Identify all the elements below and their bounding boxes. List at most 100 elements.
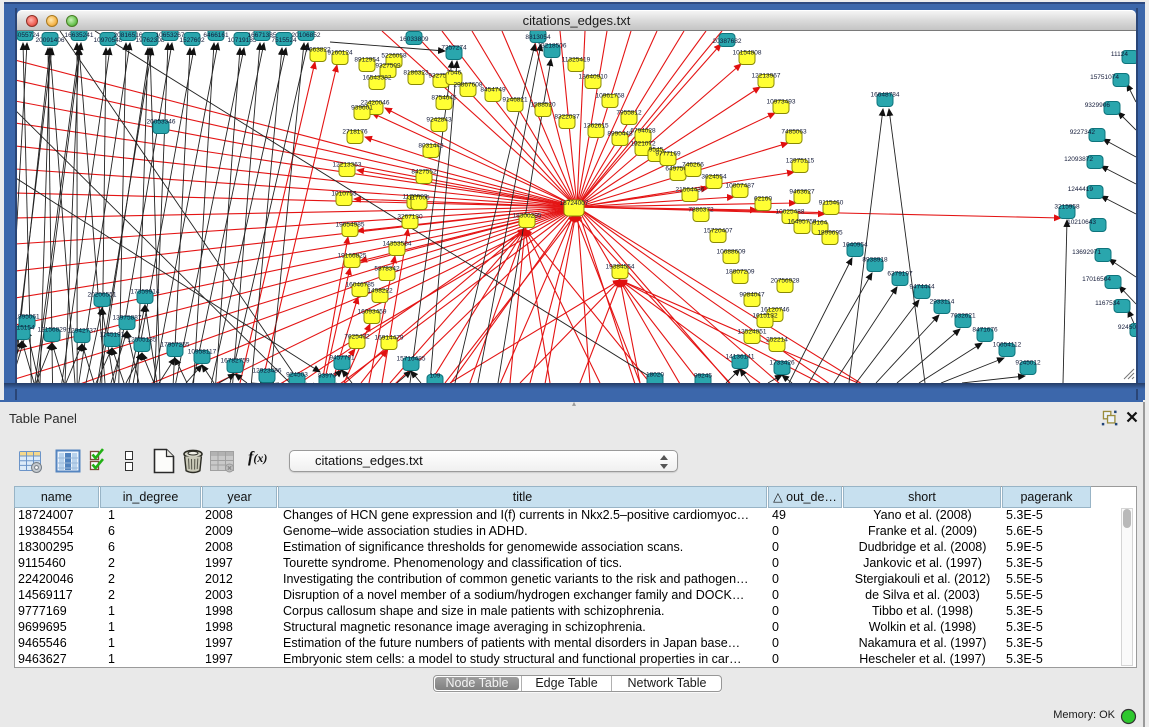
svg-text:21564436: 21564436 xyxy=(676,187,705,194)
svg-text:10025488: 10025488 xyxy=(776,209,805,216)
svg-text:9115460: 9115460 xyxy=(819,200,844,207)
svg-text:7886372: 7886372 xyxy=(688,207,714,214)
svg-text:8454749: 8454749 xyxy=(480,87,506,94)
svg-text:10961758: 10961758 xyxy=(596,93,625,100)
svg-text:92450: 92450 xyxy=(1118,324,1136,331)
svg-text:1244419: 1244419 xyxy=(1068,186,1094,193)
svg-text:10958117: 10958117 xyxy=(188,349,217,356)
svg-text:8471676: 8471676 xyxy=(972,327,998,334)
svg-text:3215958: 3215958 xyxy=(1054,204,1080,211)
svg-text:17359914: 17359914 xyxy=(131,289,160,296)
svg-text:6379197: 6379197 xyxy=(887,271,913,278)
svg-text:9474444: 9474444 xyxy=(909,284,935,291)
svg-text:7955812: 7955812 xyxy=(616,110,642,117)
svg-text:20387682: 20387682 xyxy=(713,38,742,45)
svg-text:3267130: 3267130 xyxy=(397,214,423,221)
svg-text:19384554: 19384554 xyxy=(606,264,635,271)
svg-text:9146821: 9146821 xyxy=(502,97,528,104)
svg-text:8754645: 8754645 xyxy=(431,95,457,102)
svg-text:12942737: 12942737 xyxy=(68,328,97,335)
svg-text:19166825: 19166825 xyxy=(338,253,367,260)
svg-text:2718176: 2718176 xyxy=(342,129,368,136)
svg-text:20206551: 20206551 xyxy=(88,292,117,299)
svg-text:14136141: 14136141 xyxy=(726,354,755,361)
svg-text:1640954: 1640954 xyxy=(842,242,868,249)
svg-text:83970: 83970 xyxy=(318,373,336,380)
svg-text:9327509: 9327509 xyxy=(375,63,401,70)
svg-text:12093872: 12093872 xyxy=(1064,156,1093,163)
svg-text:9777169: 9777169 xyxy=(655,151,681,158)
svg-text:12975115: 12975115 xyxy=(786,158,815,165)
svg-text:5226058: 5226058 xyxy=(381,53,407,60)
svg-text:18807209: 18807209 xyxy=(726,269,755,276)
svg-text:8186323: 8186323 xyxy=(403,70,429,77)
svg-text:12213967: 12213967 xyxy=(752,73,781,80)
svg-text:20106852: 20106852 xyxy=(292,32,321,39)
svg-text:11124: 11124 xyxy=(1111,51,1128,58)
svg-text:12213363: 12213363 xyxy=(333,162,362,169)
svg-text:9160124: 9160124 xyxy=(327,50,353,57)
svg-text:924503: 924503 xyxy=(286,372,308,379)
svg-text:16914479: 16914479 xyxy=(375,335,404,342)
svg-text:1527602: 1527602 xyxy=(179,37,205,44)
svg-text:9084047: 9084047 xyxy=(739,292,765,299)
svg-text:12156829: 12156829 xyxy=(38,327,67,334)
svg-text:1010755: 1010755 xyxy=(331,191,357,198)
svg-text:6466161: 6466161 xyxy=(203,32,229,39)
svg-text:9457791: 9457791 xyxy=(329,355,355,362)
svg-text:252214: 252214 xyxy=(766,337,788,344)
svg-text:8938918: 8938918 xyxy=(862,257,888,264)
svg-text:10154808: 10154808 xyxy=(733,50,762,57)
svg-text:1362615: 1362615 xyxy=(583,123,609,130)
svg-text:62160: 62160 xyxy=(754,196,772,203)
svg-text:12923486: 12923486 xyxy=(253,368,282,375)
svg-text:20756928: 20756928 xyxy=(771,278,800,285)
svg-text:9245012: 9245012 xyxy=(1015,360,1041,367)
svg-text:9164: 9164 xyxy=(813,220,828,227)
svg-text:16543382: 16543382 xyxy=(363,75,392,82)
svg-text:1167534: 1167534 xyxy=(1095,300,1120,307)
svg-text:15716485: 15716485 xyxy=(397,356,426,363)
svg-text:1895061: 1895061 xyxy=(14,314,40,321)
svg-text:10654112: 10654112 xyxy=(993,342,1022,349)
svg-text:8322037: 8322037 xyxy=(554,114,580,121)
svg-text:14353584: 14353584 xyxy=(383,241,412,248)
svg-text:8813054: 8813054 xyxy=(525,34,551,41)
svg-text:19654985: 19654985 xyxy=(336,222,365,229)
svg-text:13975887: 13975887 xyxy=(113,315,142,322)
svg-text:7485063: 7485063 xyxy=(781,129,807,136)
svg-text:15720407: 15720407 xyxy=(704,228,733,235)
svg-text:16033809: 16033809 xyxy=(400,36,429,43)
svg-text:8031443: 8031443 xyxy=(418,143,444,150)
svg-text:11325419: 11325419 xyxy=(562,57,591,64)
svg-text:10973493: 10973493 xyxy=(767,99,796,106)
svg-text:9329906: 9329906 xyxy=(1085,102,1111,109)
svg-text:17957255: 17957255 xyxy=(161,342,190,349)
svg-text:1145191: 1145191 xyxy=(100,332,125,339)
svg-text:109: 109 xyxy=(430,373,441,380)
svg-text:9227342: 9227342 xyxy=(1070,129,1096,136)
svg-text:99245: 99245 xyxy=(694,373,712,380)
svg-text:10807487: 10807487 xyxy=(726,183,755,190)
svg-text:1588520: 1588520 xyxy=(530,102,556,109)
svg-text:18300295: 18300295 xyxy=(513,213,542,220)
svg-text:1733426: 1733426 xyxy=(769,360,795,367)
svg-text:3915154: 3915154 xyxy=(9,325,35,332)
svg-text:16093459: 16093459 xyxy=(358,309,387,316)
svg-text:8990448: 8990448 xyxy=(607,131,633,138)
svg-text:7632621: 7632621 xyxy=(950,313,976,320)
svg-text:7357274: 7357274 xyxy=(441,45,467,52)
svg-text:16648784: 16648784 xyxy=(871,92,900,99)
svg-text:18020: 18020 xyxy=(646,372,664,379)
svg-text:6794028: 6794028 xyxy=(630,128,656,135)
svg-text:10688609: 10688609 xyxy=(717,249,746,256)
svg-text:29867608: 29867608 xyxy=(454,82,483,89)
svg-text:18724007: 18724007 xyxy=(560,200,589,207)
svg-text:13692971: 13692971 xyxy=(1072,249,1101,256)
svg-text:9463627: 9463627 xyxy=(789,189,815,196)
svg-text:939601: 939601 xyxy=(351,105,373,112)
svg-text:20091406: 20091406 xyxy=(36,37,65,44)
svg-text:2933114: 2933114 xyxy=(930,299,955,306)
svg-text:16635241: 16635241 xyxy=(65,32,94,39)
svg-text:13640910: 13640910 xyxy=(579,74,608,81)
